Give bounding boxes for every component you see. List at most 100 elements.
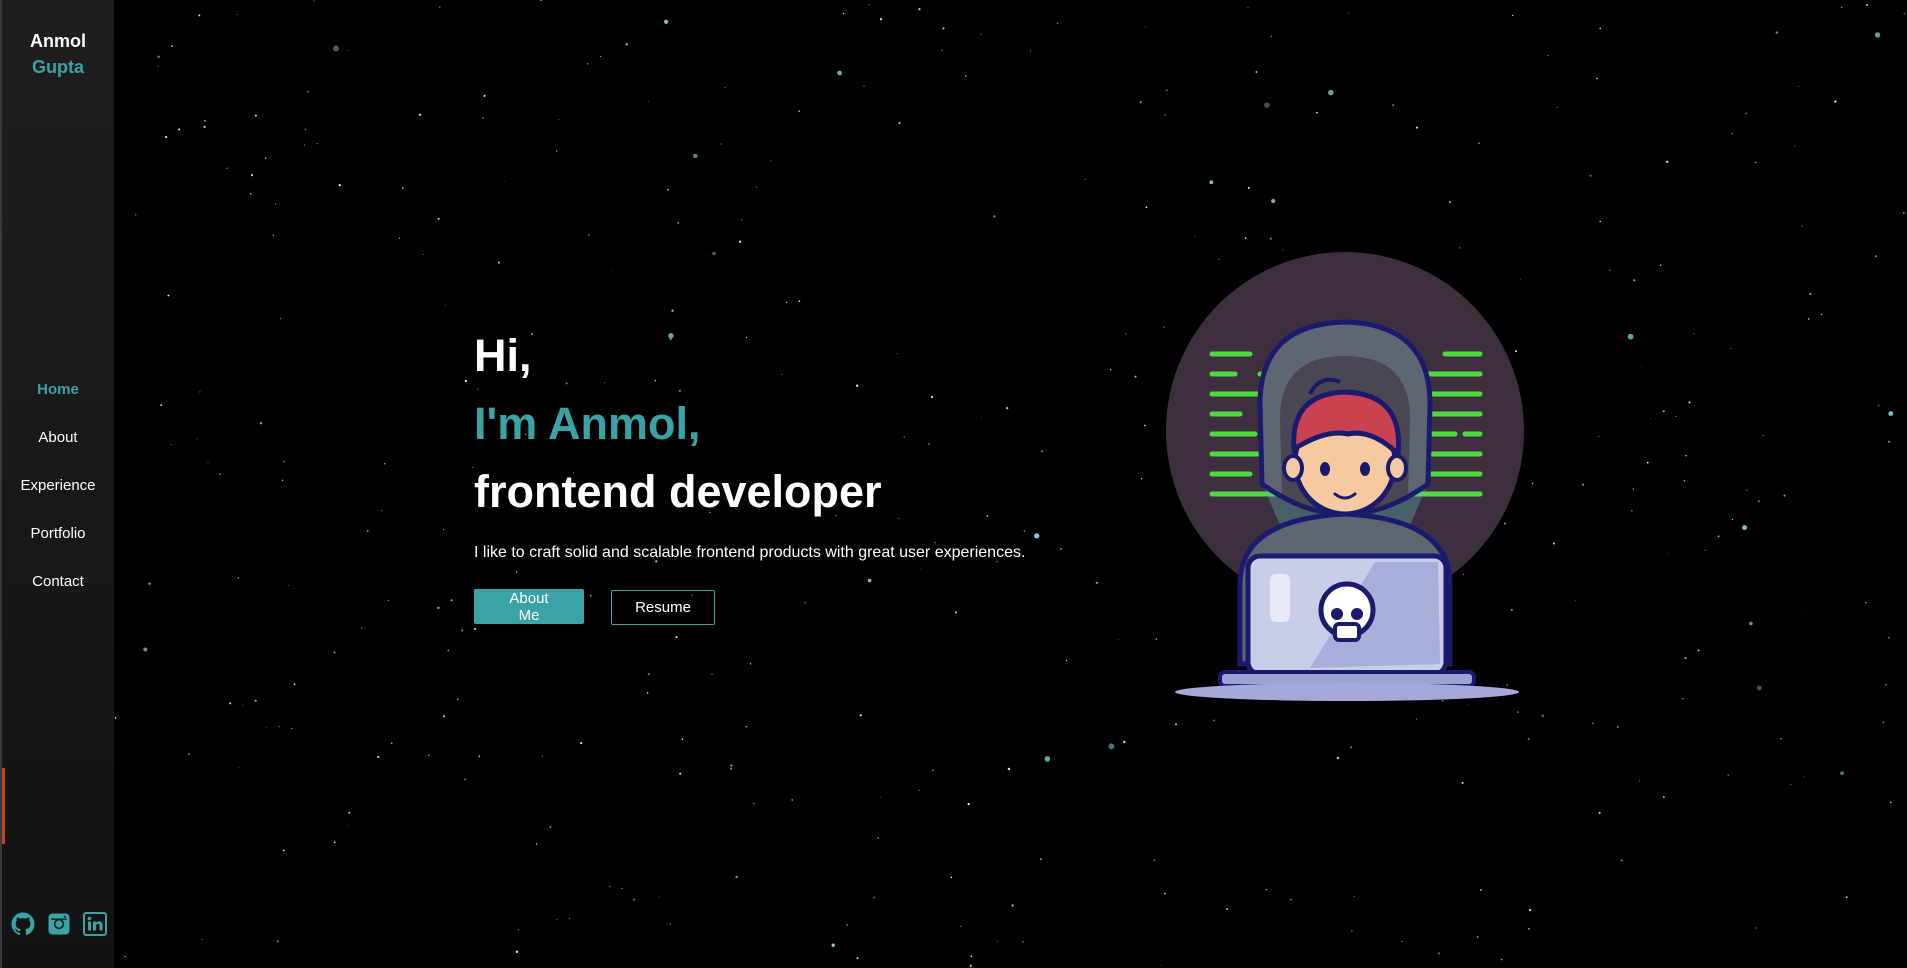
star: [279, 317, 282, 320]
resume-button[interactable]: Resume: [611, 590, 715, 625]
star: [749, 663, 752, 665]
star: [558, 119, 560, 121]
star: [1145, 26, 1147, 28]
star: [730, 767, 733, 770]
star: [1479, 889, 1482, 891]
star: [1060, 548, 1062, 550]
star: [633, 898, 636, 901]
star: [1164, 114, 1166, 117]
star: [1531, 482, 1534, 485]
star: [1685, 454, 1687, 457]
site-logo[interactable]: Anmol Gupta: [2, 28, 114, 80]
star: [439, 6, 441, 8]
about-me-button[interactable]: About Me: [474, 589, 584, 624]
star: [621, 887, 623, 890]
star: [226, 167, 228, 169]
star: [586, 63, 589, 65]
star: [464, 379, 468, 383]
star: [1874, 32, 1881, 38]
star: [1139, 101, 1142, 104]
star: [681, 738, 684, 740]
star: [647, 100, 649, 102]
star: [1416, 126, 1418, 129]
star: [1351, 930, 1353, 932]
star: [167, 294, 170, 297]
star: [1500, 958, 1503, 961]
hero-tagline: I like to craft solid and scalable front…: [474, 544, 1026, 561]
star: [941, 49, 943, 52]
star: [846, 924, 848, 926]
star: [219, 473, 221, 475]
star: [1609, 269, 1611, 271]
star: [880, 796, 882, 798]
star: [207, 462, 209, 464]
github-icon[interactable]: [11, 912, 35, 936]
star: [254, 699, 257, 702]
star: [503, 180, 505, 182]
logo-first-name: Anmol: [30, 31, 86, 51]
star: [1140, 477, 1143, 480]
star: [1627, 333, 1634, 340]
hero-greeting: Hi,: [474, 330, 532, 381]
nav-item-experience[interactable]: Experience: [2, 471, 114, 519]
linkedin-icon[interactable]: [83, 912, 107, 936]
star: [964, 75, 967, 77]
instagram-icon[interactable]: [47, 912, 71, 936]
star: [1640, 366, 1642, 368]
star: [266, 727, 267, 729]
nav-item-portfolio[interactable]: Portfolio: [2, 519, 114, 567]
star: [398, 237, 400, 239]
star: [1834, 100, 1837, 103]
star: [1044, 756, 1051, 762]
star: [1226, 908, 1228, 910]
star: [1755, 927, 1757, 929]
star: [1596, 77, 1598, 80]
star: [877, 837, 879, 839]
star: [1903, 13, 1905, 15]
star: [423, 254, 425, 255]
star: [1449, 201, 1451, 204]
star: [611, 269, 613, 271]
star: [1084, 178, 1086, 180]
nav-item-home[interactable]: Home: [2, 375, 114, 423]
star: [1598, 435, 1600, 437]
star: [1874, 255, 1877, 258]
star: [483, 94, 486, 97]
star: [1878, 404, 1880, 406]
star: [693, 153, 698, 159]
star: [1527, 738, 1530, 740]
star: [124, 955, 126, 958]
star: [1213, 719, 1216, 722]
star: [556, 150, 558, 152]
nav-item-about[interactable]: About: [2, 423, 114, 471]
star: [1688, 401, 1691, 404]
star: [791, 799, 793, 801]
star: [196, 438, 198, 440]
star: [1659, 264, 1662, 267]
star: [515, 950, 519, 953]
star: [1553, 542, 1555, 545]
star: [259, 422, 263, 425]
nav-item-contact[interactable]: Contact: [2, 567, 114, 615]
star: [338, 184, 341, 187]
star: [993, 215, 996, 218]
star: [1801, 225, 1803, 227]
star: [291, 727, 293, 729]
star: [478, 755, 481, 758]
star: [950, 876, 953, 879]
star: [366, 530, 369, 532]
star: [1528, 928, 1530, 930]
star: [171, 45, 173, 47]
star: [442, 715, 446, 718]
star: [1885, 684, 1887, 686]
star: [1866, 4, 1868, 6]
star: [384, 463, 386, 465]
star: [879, 18, 883, 21]
star: [250, 174, 254, 177]
star: [1762, 434, 1764, 437]
star: [1790, 783, 1792, 786]
star: [1599, 27, 1601, 30]
star: [753, 803, 755, 805]
star: [443, 529, 445, 530]
star: [1757, 500, 1760, 503]
